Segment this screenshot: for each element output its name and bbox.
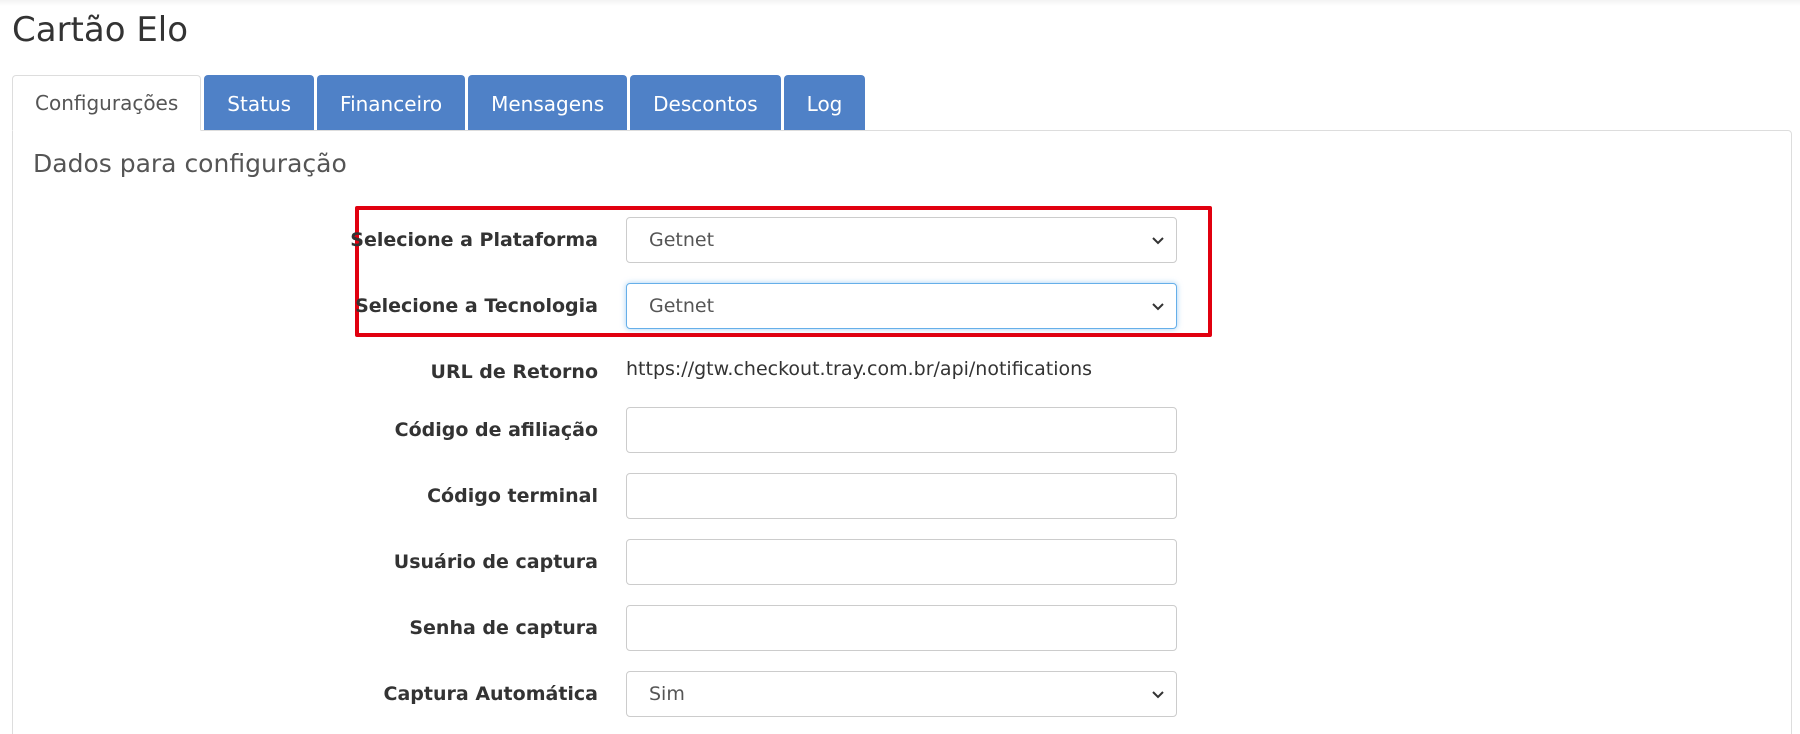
captura-automatica-select[interactable]: Sim <box>626 671 1177 717</box>
codigo-terminal-input[interactable] <box>626 473 1177 519</box>
codigo-afiliacao-input[interactable] <box>626 407 1177 453</box>
page: Cartão Elo Configurações Status Financei… <box>0 0 1800 734</box>
plataforma-select[interactable]: Getnet <box>626 217 1177 263</box>
senha-captura-label: Senha de captura <box>409 617 598 639</box>
tecnologia-select[interactable]: Getnet <box>626 283 1177 329</box>
tab-mensagens[interactable]: Mensagens <box>468 75 628 131</box>
senha-captura-input[interactable] <box>626 605 1177 651</box>
section-title: Dados para configuração <box>33 149 347 178</box>
url-retorno-label: URL de Retorno <box>430 361 598 383</box>
usuario-captura-input[interactable] <box>626 539 1177 585</box>
tab-bar: Configurações Status Financeiro Mensagen… <box>12 75 868 131</box>
row-plataforma: Selecione a Plataforma Getnet <box>13 217 1793 263</box>
codigo-terminal-label: Código terminal <box>427 485 598 507</box>
config-panel: Dados para configuração Selecione a Plat… <box>12 130 1792 734</box>
page-title: Cartão Elo <box>12 10 189 50</box>
chevron-down-icon <box>1152 237 1164 245</box>
tecnologia-select-value: Getnet <box>649 295 715 317</box>
codigo-afiliacao-label: Código de afiliação <box>394 419 598 441</box>
tab-descontos[interactable]: Descontos <box>630 75 781 131</box>
captura-automatica-label: Captura Automática <box>383 683 598 705</box>
captura-automatica-select-value: Sim <box>649 683 685 705</box>
row-codigo-terminal: Código terminal <box>13 473 1793 519</box>
chevron-down-icon <box>1152 691 1164 699</box>
tab-configuracoes[interactable]: Configurações <box>12 75 202 131</box>
row-captura-automatica: Captura Automática Sim <box>13 671 1793 717</box>
tecnologia-label: Selecione a Tecnologia <box>355 295 598 317</box>
row-usuario-captura: Usuário de captura <box>13 539 1793 585</box>
plataforma-select-value: Getnet <box>649 229 715 251</box>
row-url-retorno: URL de Retorno https://gtw.checkout.tray… <box>13 349 1793 395</box>
tab-status[interactable]: Status <box>204 75 315 131</box>
row-tecnologia: Selecione a Tecnologia Getnet <box>13 283 1793 329</box>
url-retorno-value: https://gtw.checkout.tray.com.br/api/not… <box>626 358 1093 380</box>
row-senha-captura: Senha de captura <box>13 605 1793 651</box>
usuario-captura-label: Usuário de captura <box>393 551 598 573</box>
tab-log[interactable]: Log <box>783 75 866 131</box>
tab-financeiro[interactable]: Financeiro <box>317 75 466 131</box>
top-shadow <box>0 0 1800 6</box>
row-codigo-afiliacao: Código de afiliação <box>13 407 1793 453</box>
chevron-down-icon <box>1152 303 1164 311</box>
plataforma-label: Selecione a Plataforma <box>350 229 598 251</box>
